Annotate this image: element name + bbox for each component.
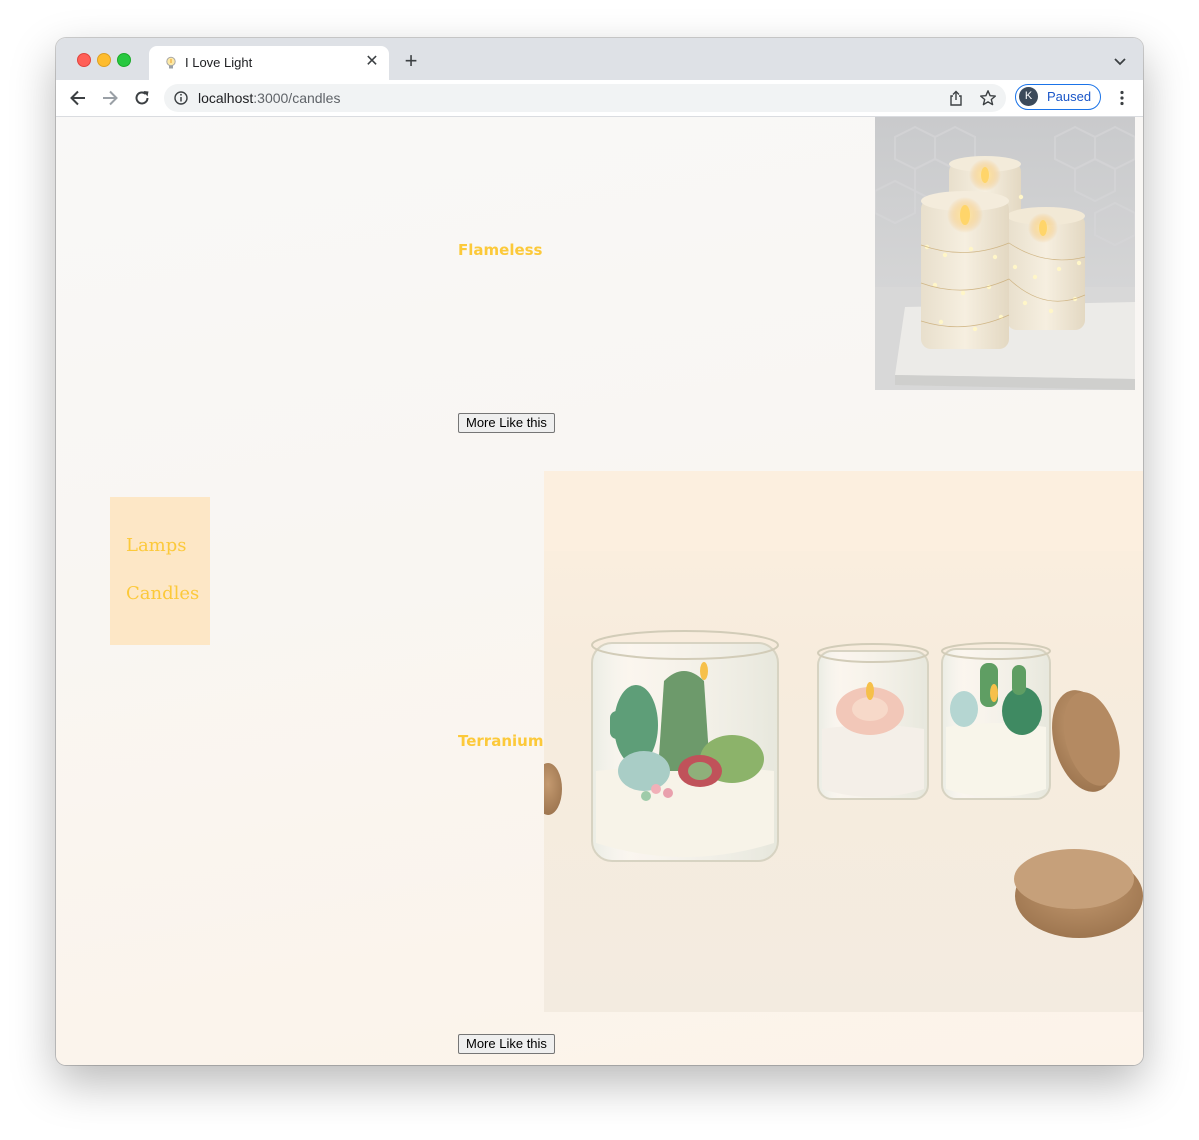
info-icon[interactable] <box>174 91 188 105</box>
browser-toolbar: localhost:3000/candles K Paused <box>56 80 1143 117</box>
lightbulb-icon <box>163 55 179 71</box>
more-like-this-button-terranium[interactable]: More Like this <box>458 1034 555 1054</box>
product-title-flameless: Flameless <box>458 241 543 259</box>
product-title-terranium: Terranium <box>458 732 544 750</box>
side-navigation: Lamps Candles <box>110 497 210 645</box>
close-window-button[interactable] <box>77 53 91 67</box>
tab-title: I Love Light <box>185 55 253 70</box>
profile-button[interactable]: K Paused <box>1015 84 1101 110</box>
browser-tab[interactable]: I Love Light ✕ <box>149 46 389 80</box>
share-icon[interactable] <box>948 90 964 106</box>
bookmark-star-icon[interactable] <box>979 89 997 107</box>
flameless-candles-photo <box>875 117 1135 390</box>
nav-link-candles[interactable]: Candles <box>126 583 199 604</box>
browser-window: I Love Light ✕ + localhost:3000/candles … <box>56 38 1143 1065</box>
url-path: :3000/candles <box>253 90 341 106</box>
chevron-down-icon[interactable] <box>1111 52 1129 70</box>
nav-link-lamps[interactable]: Lamps <box>126 535 187 556</box>
url-text: localhost:3000/candles <box>198 90 340 106</box>
back-arrow-icon[interactable] <box>68 88 88 108</box>
close-tab-icon[interactable]: ✕ <box>363 53 381 71</box>
more-like-this-button-flameless[interactable]: More Like this <box>458 413 555 433</box>
address-bar[interactable]: localhost:3000/candles <box>164 84 1006 112</box>
forward-arrow-icon[interactable] <box>100 88 120 108</box>
minimize-window-button[interactable] <box>97 53 111 67</box>
avatar: K <box>1019 87 1038 106</box>
url-host: localhost <box>198 90 254 106</box>
terranium-candles-photo <box>544 471 1143 1012</box>
page-viewport: Lamps Candles Flameless More Like this T… <box>56 117 1143 1065</box>
profile-status: Paused <box>1047 89 1092 104</box>
maximize-window-button[interactable] <box>117 53 131 67</box>
reload-icon[interactable] <box>132 88 152 108</box>
more-menu-icon[interactable] <box>1114 89 1130 107</box>
new-tab-button[interactable]: + <box>400 50 422 72</box>
tab-strip: I Love Light ✕ + <box>56 38 1143 80</box>
